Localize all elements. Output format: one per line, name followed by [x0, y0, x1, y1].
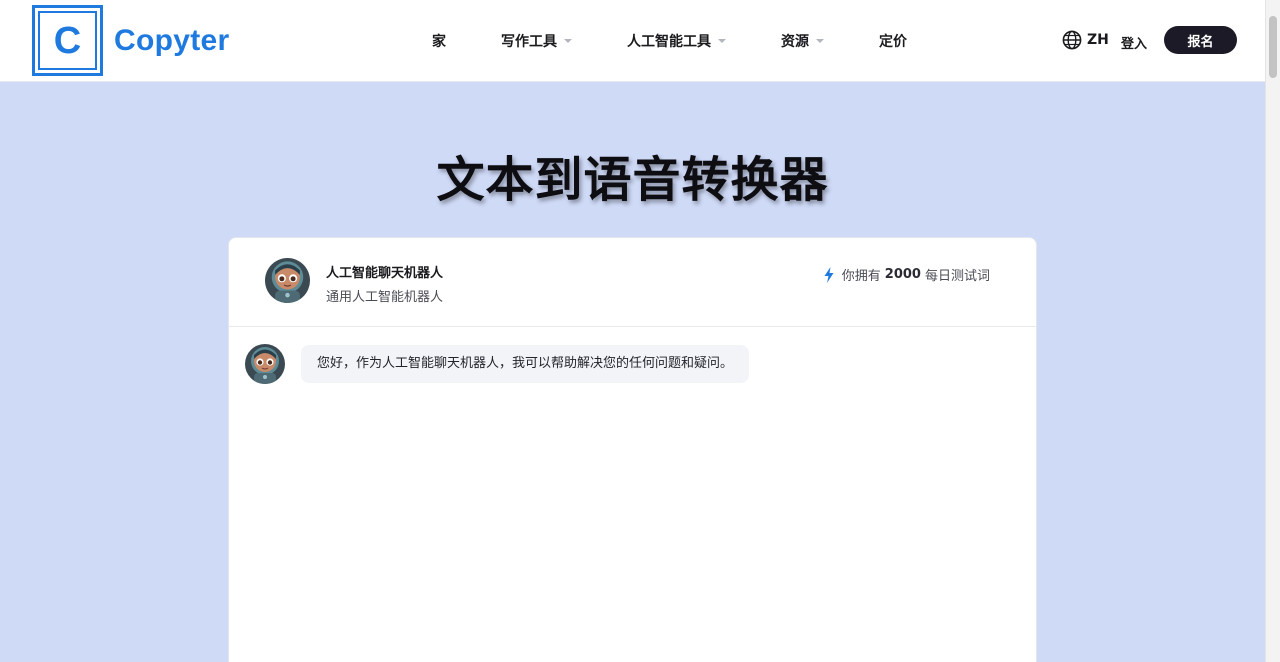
nav-pricing[interactable]: 定价 [879, 31, 907, 51]
page-scrollbar[interactable] [1265, 0, 1280, 662]
chat-header: 人工智能聊天机器人 通用人工智能机器人 你拥有 2000 每日测试词 [229, 238, 1036, 327]
message-bot-avatar [245, 344, 285, 384]
credits-value: 2000 [884, 267, 921, 282]
nav-writing-tools-label: 写作工具 [501, 34, 557, 50]
daily-credits: 你拥有 2000 每日测试词 [824, 265, 990, 284]
chevron-down-icon [564, 39, 572, 43]
page-title: 文本到语音转换器 [436, 152, 829, 208]
nav-home-label: 家 [432, 34, 446, 50]
bot-description: 通用人工智能机器人 [326, 290, 444, 305]
nav-pricing-label: 定价 [879, 34, 907, 50]
language-code: ZH [1087, 32, 1109, 48]
nav-resources-label: 资源 [781, 34, 809, 50]
nav-ai-tools-label: 人工智能工具 [627, 34, 711, 50]
chevron-down-icon [816, 39, 824, 43]
chat-message-bubble: 您好，作为人工智能聊天机器人，我可以帮助解决您的任何问题和疑问。 [301, 345, 750, 383]
chat-panel: 人工智能聊天机器人 通用人工智能机器人 你拥有 2000 每日测试词 您好，作为… [228, 237, 1037, 662]
nav-resources[interactable]: 资源 [781, 31, 824, 51]
scrollbar-thumb[interactable] [1269, 16, 1277, 78]
bot-name: 人工智能聊天机器人 [326, 266, 444, 281]
credits-suffix: 每日测试词 [924, 269, 990, 284]
nav-ai-tools[interactable]: 人工智能工具 [627, 31, 726, 51]
language-switcher[interactable]: ZH [1062, 30, 1109, 50]
chevron-down-icon [718, 39, 726, 43]
globe-icon [1062, 30, 1082, 50]
top-navbar: C Copyter 家 写作工具 人工智能工具 资源 定价 ZH 登入 报名 [0, 0, 1265, 82]
signup-button[interactable]: 报名 [1164, 26, 1237, 54]
lightning-bolt-icon [824, 266, 834, 283]
credits-prefix: 你拥有 [841, 269, 881, 284]
nav-writing-tools[interactable]: 写作工具 [501, 31, 572, 51]
login-link[interactable]: 登入 [1121, 33, 1147, 52]
bot-avatar [265, 258, 310, 303]
nav-home[interactable]: 家 [432, 31, 446, 51]
